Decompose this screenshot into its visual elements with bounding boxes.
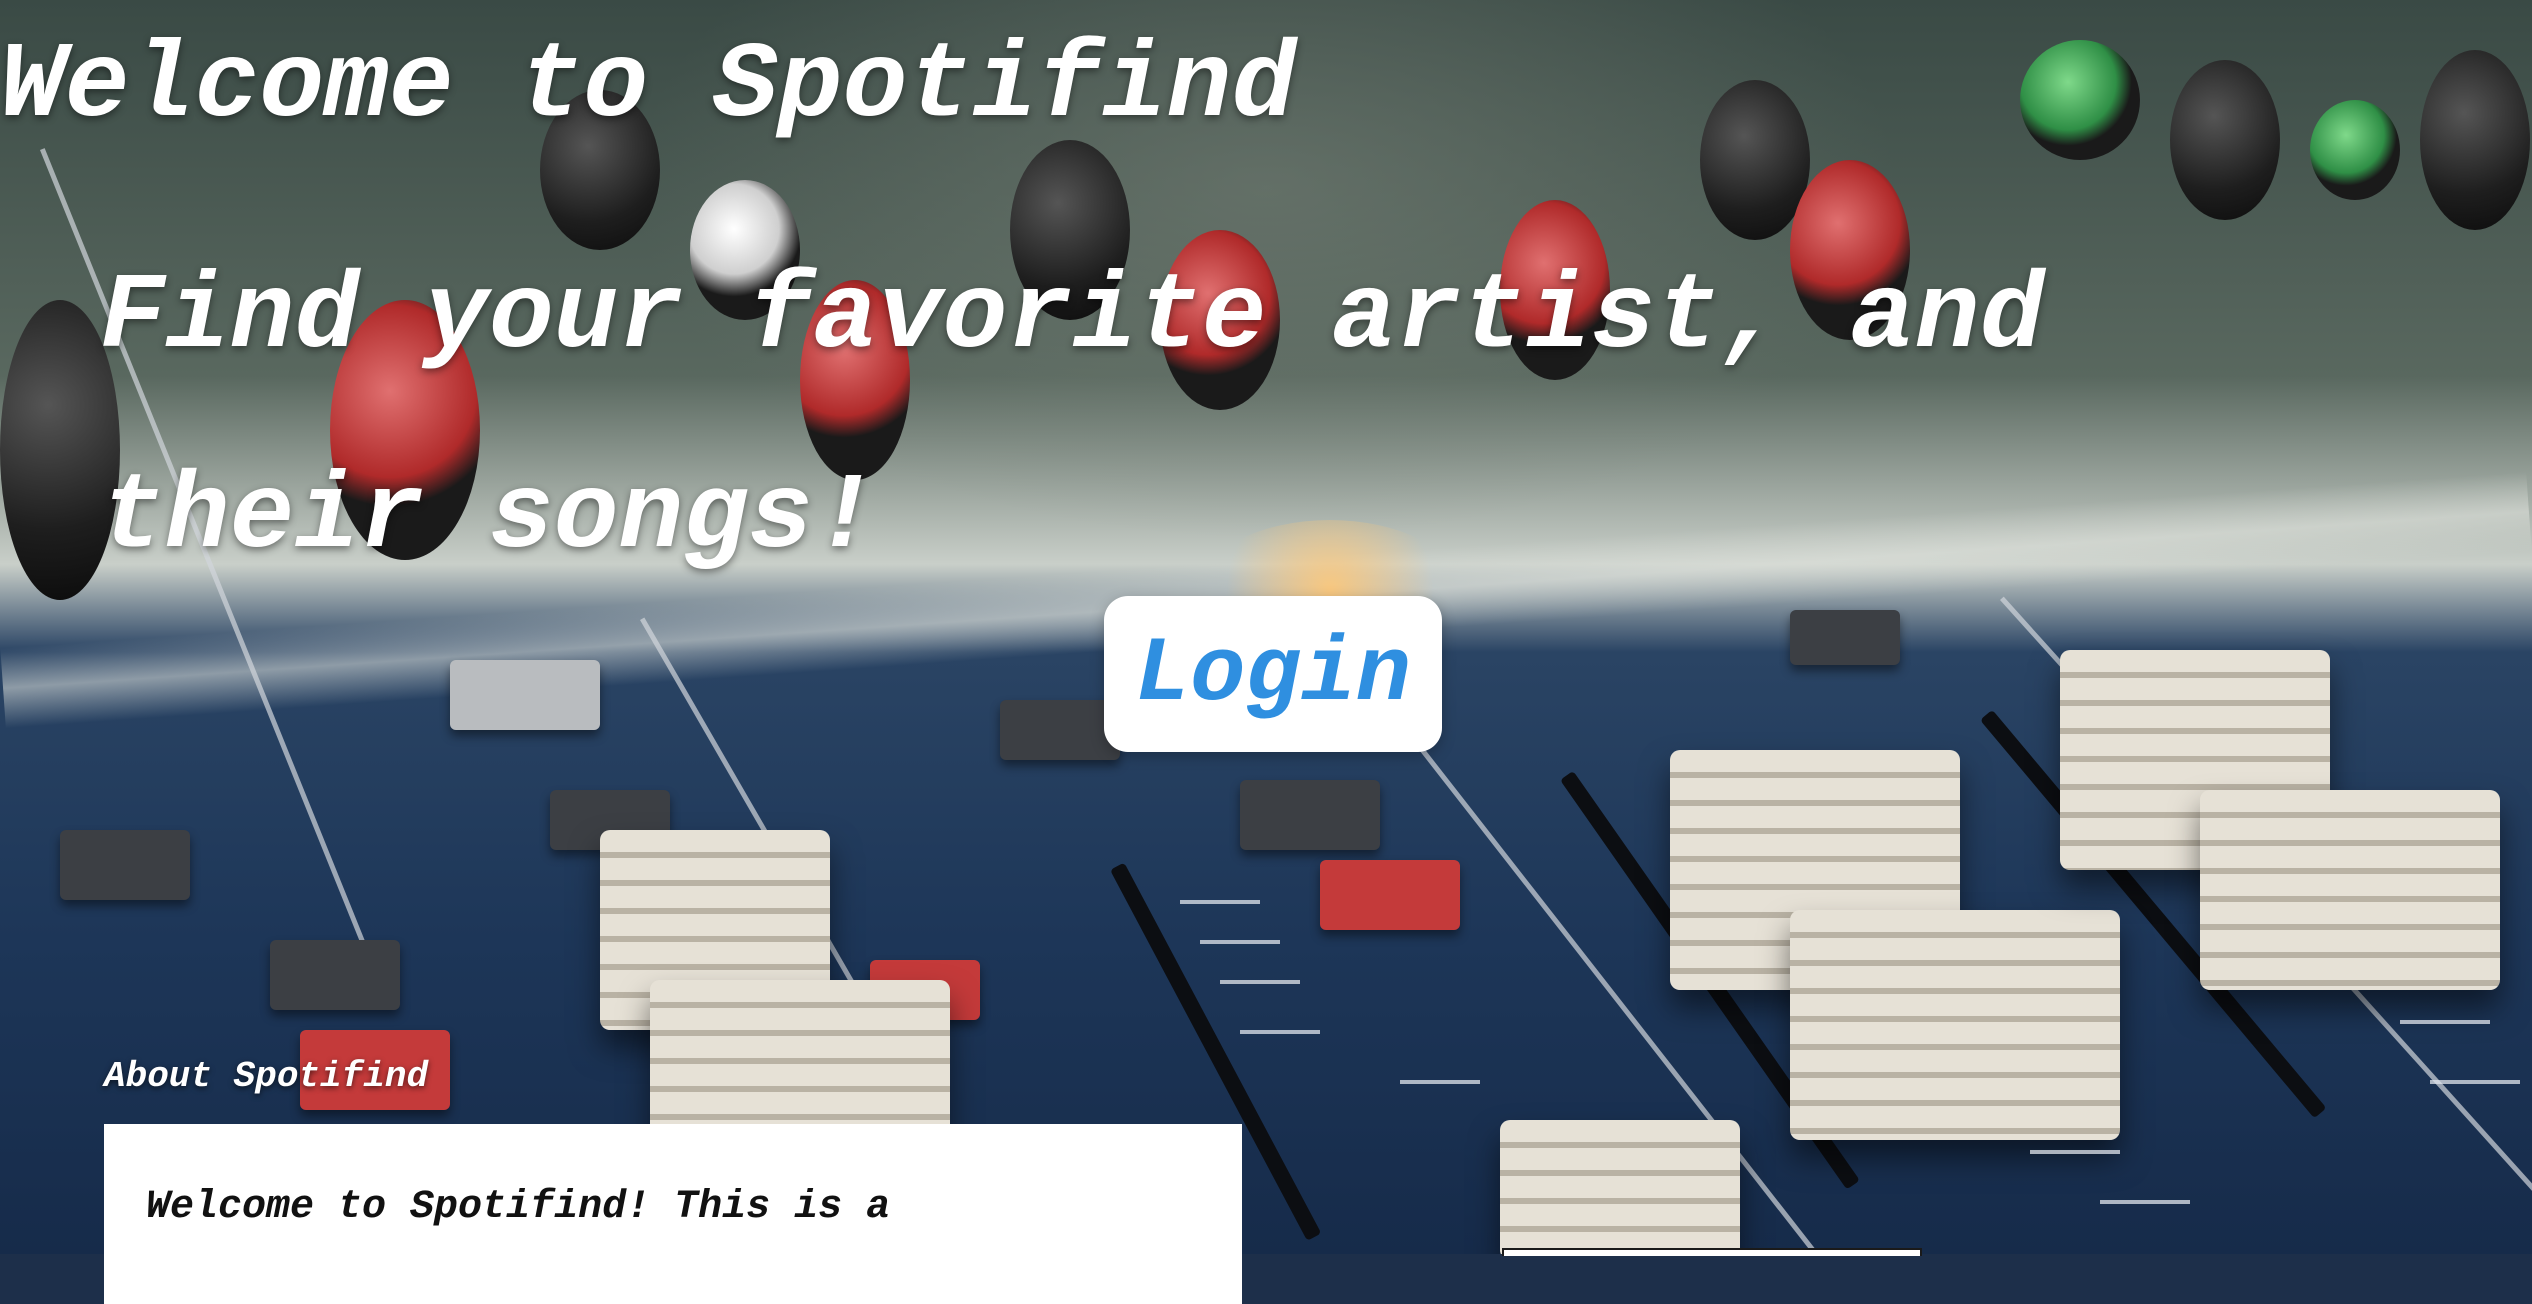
scale-tick xyxy=(2400,1020,2490,1024)
console-button xyxy=(450,660,600,730)
console-button xyxy=(1320,860,1460,930)
scale-tick xyxy=(1400,1080,1480,1084)
page-title: Welcome to Spotifind xyxy=(0,26,1297,148)
scale-tick xyxy=(1180,900,1260,904)
console-button xyxy=(1790,610,1900,665)
fader xyxy=(1790,910,2120,1140)
about-heading: About Spotifind xyxy=(104,1056,429,1097)
scale-tick xyxy=(2100,1200,2190,1204)
fader xyxy=(1500,1120,1740,1254)
about-card: Welcome to Spotifind! This is a xyxy=(104,1124,1242,1304)
fader xyxy=(2200,790,2500,990)
console-button xyxy=(270,940,400,1010)
about-text: Welcome to Spotifind! This is a xyxy=(146,1185,891,1230)
login-button[interactable]: Login xyxy=(1104,596,1442,752)
scale-tick xyxy=(1220,980,1300,984)
scale-tick xyxy=(1240,1030,1320,1034)
partial-panel xyxy=(1502,1248,1922,1256)
console-button xyxy=(1000,700,1120,760)
scale-tick xyxy=(2430,1080,2520,1084)
scale-tick xyxy=(2030,1150,2120,1154)
hero-subtitle: Find your favorite artist, and their son… xyxy=(100,257,2045,579)
console-button xyxy=(60,830,190,900)
scale-tick xyxy=(1200,940,1280,944)
console-button xyxy=(1240,780,1380,850)
